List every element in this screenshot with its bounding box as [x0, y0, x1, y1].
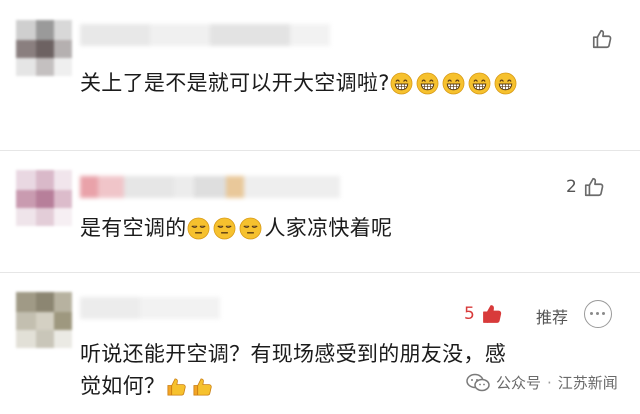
- wechat-icon: [466, 373, 490, 391]
- unamused-face-icon: [187, 217, 210, 240]
- thumbs-up-icon: [165, 375, 188, 398]
- comment-list: 关上了是不是就可以开大空调啦? 2 是有空调的 人家凉快着呢 5 推荐 听说还能…: [0, 0, 640, 414]
- recommend-button[interactable]: 推荐: [536, 304, 568, 328]
- avatar[interactable]: [16, 170, 72, 226]
- unamused-face-icon: [213, 217, 236, 240]
- username-blurred[interactable]: [80, 297, 220, 319]
- comment-text-line-2: 觉如何？: [80, 370, 217, 407]
- grinning-face-icon: [494, 72, 517, 95]
- avatar[interactable]: [16, 292, 72, 348]
- thumbs-up-filled-icon: [481, 303, 503, 325]
- watermark-channel: 公众号: [496, 374, 542, 392]
- like-button[interactable]: 2: [566, 176, 605, 198]
- grinning-face-icon: [442, 72, 465, 95]
- thumbs-up-icon: [191, 375, 214, 398]
- emoji-group: [390, 72, 520, 104]
- username-blurred[interactable]: [80, 176, 340, 198]
- divider: [0, 150, 640, 151]
- divider: [0, 272, 640, 273]
- grinning-face-icon: [468, 72, 491, 95]
- comment-text-line-1: 听说还能开空调？有现场感受到的朋友没，感: [80, 342, 506, 366]
- dot: [602, 312, 605, 315]
- emoji-group: [165, 375, 217, 407]
- more-options-button[interactable]: [584, 300, 612, 328]
- grinning-face-icon: [416, 72, 439, 95]
- like-count: 5: [464, 304, 475, 324]
- watermark-separator: ·: [547, 373, 552, 392]
- dot: [590, 312, 593, 315]
- like-button[interactable]: [585, 28, 613, 50]
- like-button[interactable]: 5: [464, 303, 503, 325]
- thumbs-up-outline-icon: [591, 28, 613, 50]
- avatar[interactable]: [16, 20, 72, 76]
- comment-text: 是有空调的 人家凉快着呢: [80, 212, 392, 249]
- thumbs-up-outline-icon: [583, 176, 605, 198]
- emoji-group: [187, 217, 265, 249]
- dot: [596, 312, 599, 315]
- grinning-face-icon: [390, 72, 413, 95]
- watermark-account: 江苏新闻: [557, 374, 618, 392]
- username-blurred[interactable]: [80, 24, 330, 46]
- comment-text: 关上了是不是就可以开大空调啦?: [80, 67, 520, 104]
- watermark: 公众号 · 江苏新闻: [466, 372, 618, 393]
- unamused-face-icon: [239, 217, 262, 240]
- like-count: 2: [566, 177, 577, 197]
